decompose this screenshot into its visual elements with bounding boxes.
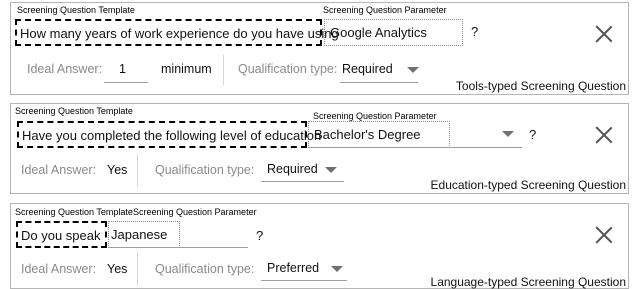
card-title: Language-typed Screening Question: [430, 275, 626, 289]
parameter-value: Japanese: [111, 227, 168, 242]
ideal-answer-label: Ideal Answer:: [27, 62, 103, 76]
parameter-underline: [108, 247, 248, 248]
qualification-underline: [261, 181, 344, 182]
parameter-underline: [308, 147, 522, 148]
close-icon[interactable]: [595, 126, 613, 144]
qualification-type-value[interactable]: Required: [267, 162, 318, 176]
screening-question-card-language: Screening Question Template Screening Qu…: [10, 203, 629, 289]
param-header: Screening Question Parameter: [323, 5, 447, 15]
chevron-down-icon[interactable]: [407, 67, 419, 73]
ideal-answer-suffix: minimum: [161, 62, 212, 76]
chevron-down-icon[interactable]: [502, 131, 514, 137]
close-icon[interactable]: [595, 25, 613, 43]
template-header: Screening Question Template: [15, 207, 133, 217]
qualification-underline: [261, 280, 347, 281]
question-template-box: Do you speak: [16, 221, 107, 248]
chevron-down-icon[interactable]: [325, 167, 337, 173]
screening-question-card-tools: Screening Question Template Screening Qu…: [10, 2, 629, 95]
qualification-type-value[interactable]: Required: [342, 62, 393, 76]
qualification-type-label: Qualification type:: [155, 163, 255, 177]
chevron-down-icon[interactable]: [331, 266, 343, 272]
screening-question-card-education: Screening Question Template Screening Qu…: [10, 103, 629, 194]
divider: [137, 154, 138, 186]
question-mark: ?: [471, 24, 479, 39]
question-template-box: How many years of work experience do you…: [15, 19, 339, 46]
ideal-answer-underline: [104, 82, 148, 83]
param-header: Screening Question Parameter: [313, 111, 437, 121]
template-header: Screening Question Template: [17, 5, 135, 15]
qualification-underline: [340, 82, 418, 83]
param-header: Screening Question Parameter: [133, 207, 257, 217]
divider: [223, 55, 224, 85]
close-icon[interactable]: [595, 226, 613, 244]
parameter-dropdown[interactable]: Bachelor's Degree: [308, 121, 450, 148]
card-title: Tools-typed Screening Question: [455, 79, 626, 93]
ideal-answer-value[interactable]: 1: [119, 62, 126, 76]
card-title: Education-typed Screening Question: [430, 178, 626, 192]
ideal-answer-label: Ideal Answer:: [21, 262, 97, 276]
divider: [137, 252, 138, 286]
parameter-value: Google Analytics: [330, 25, 427, 40]
question-mark: ?: [256, 228, 264, 243]
qualification-type-value[interactable]: Preferred: [267, 261, 319, 275]
question-template-box: Have you completed the following level o…: [17, 121, 321, 148]
parameter-value: Bachelor's Degree: [314, 127, 421, 142]
ideal-answer-label: Ideal Answer:: [21, 163, 97, 177]
ideal-answer-value: Yes: [107, 163, 128, 177]
template-header: Screening Question Template: [15, 106, 133, 116]
question-text: Do you speak: [21, 228, 101, 243]
qualification-type-label: Qualification type:: [238, 62, 338, 76]
question-text: How many years of work experience do you…: [20, 26, 339, 41]
parameter-input[interactable]: Japanese: [108, 221, 180, 248]
question-text: Have you completed the following level o…: [22, 128, 322, 143]
parameter-input[interactable]: Google Analytics: [324, 19, 463, 46]
question-mark: ?: [529, 127, 537, 142]
qualification-type-label: Qualification type:: [155, 262, 255, 276]
ideal-answer-value: Yes: [107, 262, 128, 276]
